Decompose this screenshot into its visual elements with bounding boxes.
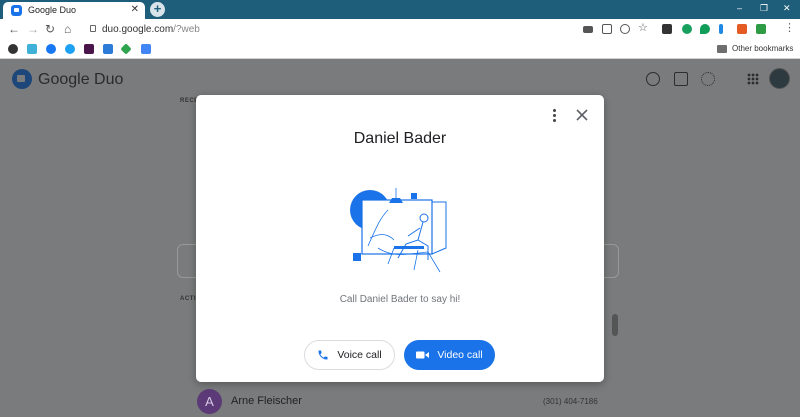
more-options-icon[interactable] bbox=[551, 109, 557, 123]
redacted-area bbox=[340, 147, 458, 175]
address-bar[interactable]: duo.google.com/?web bbox=[102, 24, 200, 35]
contact-avatar[interactable]: A bbox=[197, 389, 222, 414]
feedback-icon[interactable] bbox=[674, 72, 688, 86]
scrollbar-thumb[interactable] bbox=[612, 314, 618, 336]
reload-icon[interactable]: ↻ bbox=[45, 23, 55, 35]
voice-call-label: Voice call bbox=[337, 349, 382, 361]
contact-name[interactable]: Arne Fleischer bbox=[231, 395, 302, 407]
voice-call-button[interactable]: Voice call bbox=[304, 340, 395, 370]
duo-logo-icon bbox=[12, 69, 32, 89]
bookmark-6-icon[interactable] bbox=[103, 44, 113, 54]
video-call-label: Video call bbox=[437, 349, 483, 361]
bookmark-8-icon[interactable] bbox=[141, 44, 151, 54]
tab-title: Google Duo bbox=[28, 5, 77, 15]
browser-tab[interactable]: Google Duo ✕ bbox=[3, 2, 145, 19]
twitter-bookmark-icon[interactable] bbox=[65, 44, 75, 54]
active-section-label: ACTI bbox=[180, 296, 196, 302]
extension-1-icon[interactable] bbox=[662, 24, 672, 34]
browser-tabstrip: Google Duo ✕ + ‒ ❐ ✕ bbox=[0, 0, 800, 19]
browser-toolbar: ← → ↻ ⌂ duo.google.com/?web ☆ ⋮ bbox=[0, 19, 800, 40]
minimize-icon[interactable]: ‒ bbox=[737, 3, 742, 13]
messenger-bookmark-icon[interactable] bbox=[46, 44, 56, 54]
close-icon[interactable] bbox=[575, 108, 589, 122]
person-at-desk-illustration bbox=[350, 188, 447, 273]
download-icon[interactable] bbox=[620, 24, 630, 34]
home-icon[interactable]: ⌂ bbox=[64, 23, 71, 35]
contact-phone: (301) 404-7186 bbox=[543, 397, 598, 406]
folder-icon bbox=[717, 45, 727, 53]
extension-4-icon[interactable] bbox=[719, 24, 723, 34]
other-bookmarks-link[interactable]: Other bookmarks bbox=[732, 44, 793, 53]
bookmark-2-icon[interactable] bbox=[27, 44, 37, 54]
new-tab-button[interactable]: + bbox=[150, 2, 165, 17]
duo-favicon-icon bbox=[11, 5, 22, 16]
call-dialog: Daniel Bader Call Daniel Bader to say hi… bbox=[196, 95, 604, 382]
bookmarks-bar: Other bookmarks bbox=[0, 40, 800, 59]
camera-icon[interactable] bbox=[583, 26, 593, 33]
restore-icon[interactable]: ❐ bbox=[760, 3, 768, 14]
contact-title: Daniel Bader bbox=[353, 130, 447, 147]
phone-icon bbox=[317, 349, 329, 361]
lock-icon bbox=[90, 25, 96, 32]
url-host: duo.google.com bbox=[102, 24, 174, 35]
video-call-button[interactable]: Video call bbox=[404, 340, 495, 370]
help-icon[interactable] bbox=[646, 72, 660, 86]
bookmark-1-icon[interactable] bbox=[8, 44, 18, 54]
apps-grid-icon[interactable] bbox=[747, 73, 759, 85]
settings-gear-icon[interactable] bbox=[701, 72, 715, 86]
slack-bookmark-icon[interactable] bbox=[84, 44, 94, 54]
account-avatar[interactable] bbox=[769, 68, 790, 89]
back-icon[interactable]: ← bbox=[8, 23, 20, 35]
app-name: Google Duo bbox=[38, 71, 124, 88]
window-close-icon[interactable]: ✕ bbox=[783, 3, 791, 14]
call-prompt-text: Call Daniel Bader to say hi! bbox=[339, 294, 461, 305]
extension-5-icon[interactable] bbox=[737, 24, 747, 34]
url-path: /?web bbox=[173, 24, 200, 35]
extension-2-icon[interactable] bbox=[682, 24, 692, 34]
video-camera-icon bbox=[416, 350, 430, 360]
tab-close-icon[interactable]: ✕ bbox=[131, 4, 139, 15]
browser-menu-icon[interactable]: ⋮ bbox=[784, 22, 795, 34]
share-icon[interactable] bbox=[602, 24, 612, 34]
bookmark-star-icon[interactable]: ☆ bbox=[638, 22, 648, 34]
extension-6-icon[interactable] bbox=[756, 24, 766, 34]
bookmark-7-icon[interactable] bbox=[120, 43, 132, 55]
extension-3-icon[interactable] bbox=[700, 24, 710, 34]
forward-icon[interactable]: → bbox=[27, 23, 39, 35]
